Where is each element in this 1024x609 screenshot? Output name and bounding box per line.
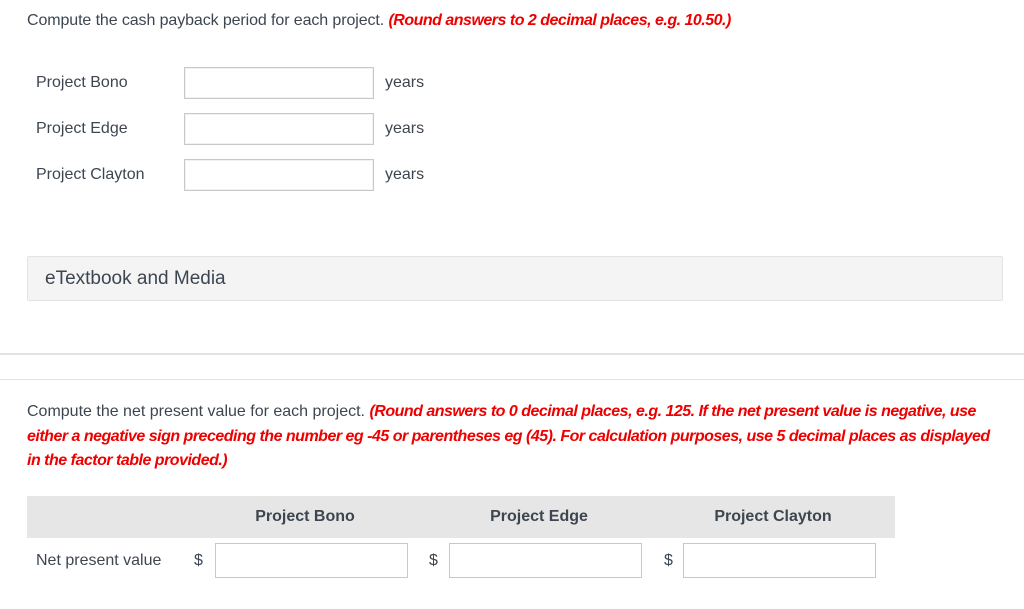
npv-input-bono[interactable] bbox=[215, 543, 408, 578]
dollar-sign: $ bbox=[429, 552, 438, 569]
dollar-sign: $ bbox=[194, 552, 203, 569]
payback-row-clayton: Project Clayton years bbox=[36, 157, 424, 193]
payback-unit: years bbox=[385, 120, 425, 137]
payback-label: Project Clayton bbox=[36, 166, 145, 183]
payback-label: Project Edge bbox=[36, 120, 128, 137]
payback-unit: years bbox=[385, 166, 425, 183]
payback-input-clayton[interactable] bbox=[184, 159, 374, 191]
column-header-bono: Project Bono bbox=[255, 508, 355, 525]
payback-question: Compute the cash payback period for each… bbox=[27, 12, 731, 30]
npv-table-header: Project Bono Project Edge Project Clayto… bbox=[27, 496, 895, 538]
payback-prompt: Compute the cash payback period for each… bbox=[27, 12, 385, 29]
npv-input-edge[interactable] bbox=[449, 543, 642, 578]
npv-question: Compute the net present value for each p… bbox=[27, 400, 1002, 474]
payback-row-edge: Project Edge years bbox=[36, 111, 424, 147]
etextbook-label: eTextbook and Media bbox=[45, 267, 226, 289]
etextbook-and-media-button[interactable]: eTextbook and Media bbox=[27, 256, 1003, 301]
payback-unit: years bbox=[385, 74, 425, 91]
payback-instruction: (Round answers to 2 decimal places, e.g.… bbox=[388, 12, 731, 29]
section-divider bbox=[0, 353, 1024, 380]
dollar-sign: $ bbox=[664, 552, 673, 569]
column-header-clayton: Project Clayton bbox=[714, 508, 832, 525]
npv-input-clayton[interactable] bbox=[683, 543, 876, 578]
payback-row-bono: Project Bono years bbox=[36, 65, 424, 101]
npv-prompt: Compute the net present value for each p… bbox=[27, 403, 365, 420]
column-header-edge: Project Edge bbox=[490, 508, 588, 525]
payback-input-bono[interactable] bbox=[184, 67, 374, 99]
npv-row-label: Net present value bbox=[36, 552, 162, 569]
payback-label: Project Bono bbox=[36, 74, 128, 91]
payback-input-edge[interactable] bbox=[184, 113, 374, 145]
npv-table-row: Net present value $ $ $ bbox=[36, 542, 916, 579]
